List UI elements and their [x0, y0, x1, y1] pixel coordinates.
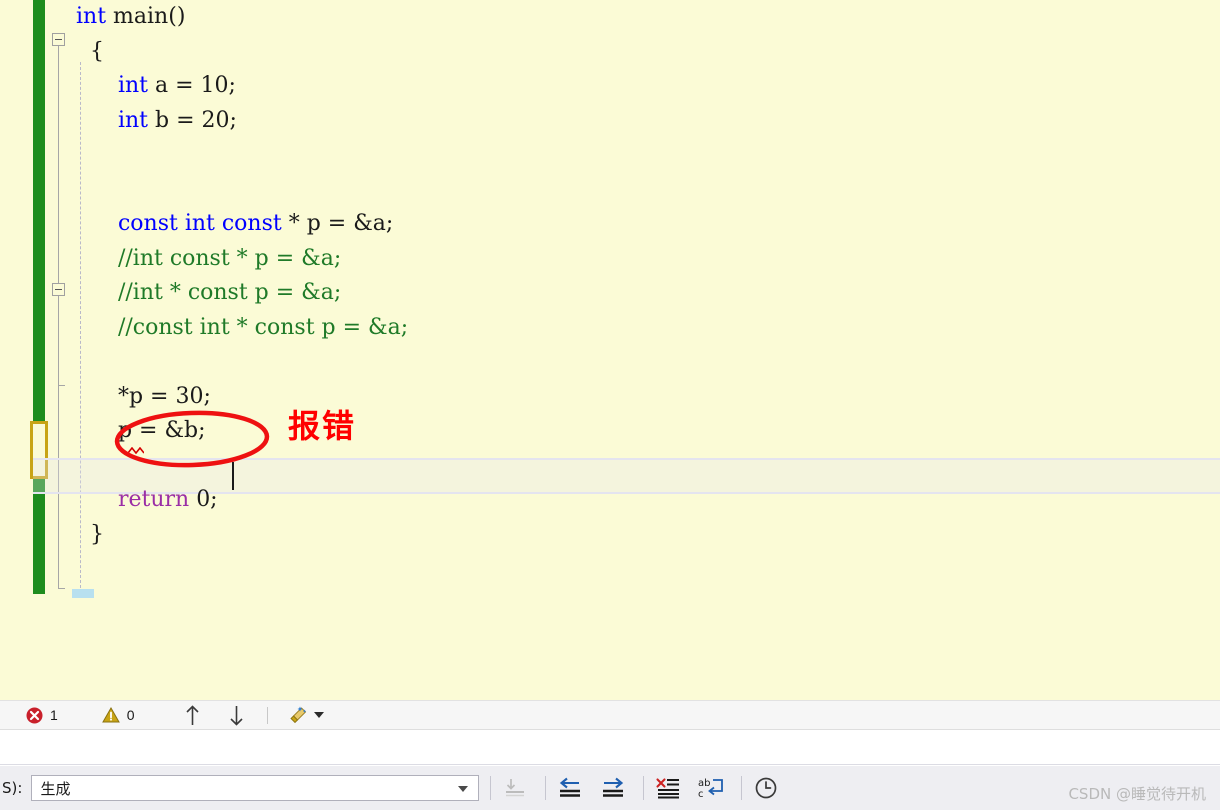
go-to-source-icon: [506, 779, 525, 797]
code-line[interactable]: //int * const p = &a;: [76, 276, 1220, 311]
go-to-source-button[interactable]: [496, 773, 534, 803]
output-source-select[interactable]: 生成: [31, 775, 480, 801]
text-caret: [232, 462, 234, 490]
code-token: //int const * p = &a;: [76, 245, 342, 271]
next-message-icon: [603, 777, 624, 797]
code-token: * p = &a;: [288, 211, 394, 236]
clock-icon: [756, 777, 777, 799]
output-source-label: S):: [2, 779, 23, 797]
arrow-up-icon: [186, 704, 199, 725]
chevron-down-icon[interactable]: [458, 786, 469, 792]
next-error-button[interactable]: [223, 703, 251, 727]
code-token: //int * const p = &a;: [76, 280, 342, 305]
svg-text:c: c: [698, 789, 704, 799]
warning-count: 0: [126, 707, 135, 723]
code-token: int: [76, 107, 155, 133]
error-count: 1: [50, 707, 58, 723]
code-line[interactable]: p = &b;: [76, 414, 1220, 449]
outline-foot-main: [58, 588, 65, 589]
annotation-label: 报错: [288, 407, 357, 445]
code-line[interactable]: int main(): [76, 0, 1220, 35]
toolbar-divider: [490, 776, 492, 800]
warning-count-group[interactable]: 0: [101, 707, 135, 723]
code-line[interactable]: {: [76, 35, 1220, 70]
clear-all-icon: [656, 778, 680, 799]
output-source-value: 生成: [40, 779, 71, 798]
collapse-outline-block-icon[interactable]: [52, 283, 65, 296]
arrow-down-icon: [230, 705, 243, 726]
code-token: 0;: [196, 487, 218, 512]
code-token: b = 20;: [155, 107, 237, 133]
toggle-word-wrap-button[interactable]: ab c: [692, 773, 730, 803]
code-token: }: [76, 521, 104, 547]
code-line[interactable]: //int const * p = &a;: [76, 242, 1220, 277]
previous-error-button[interactable]: [179, 703, 207, 727]
csdn-watermark: CSDN @睡觉待开机: [1068, 785, 1206, 803]
track-changes-saved-bar: [33, 0, 45, 594]
show-timestamps-button[interactable]: [747, 773, 785, 803]
collapse-outline-main-icon[interactable]: [52, 33, 65, 46]
code-line[interactable]: [76, 449, 1220, 484]
toggle-word-wrap-icon: ab c: [698, 778, 724, 799]
error-circle-x-icon: [26, 707, 43, 723]
outline-foot-block: [58, 385, 65, 386]
error-list-status-strip: 1 0: [0, 700, 1220, 730]
code-line[interactable]: [76, 138, 1220, 173]
error-count-group[interactable]: 1: [26, 707, 58, 724]
code-line[interactable]: //const int * const p = &a;: [76, 311, 1220, 346]
code-token: int: [76, 4, 114, 29]
chevron-down-icon[interactable]: [313, 712, 324, 718]
clean-messages-button[interactable]: [288, 705, 324, 725]
next-message-button[interactable]: [594, 773, 632, 803]
toolbar-divider: [741, 776, 743, 800]
code-line[interactable]: int b = 20;: [76, 104, 1220, 139]
code-line[interactable]: }: [76, 518, 1220, 553]
code-token: p = &b;: [76, 418, 206, 443]
word-highlight-chip: [72, 589, 94, 598]
code-line[interactable]: return 0;: [76, 483, 1220, 518]
code-token: int: [76, 73, 155, 98]
broom-icon: [289, 706, 306, 724]
code-token: //const int * const p = &a;: [76, 314, 409, 340]
warning-triangle-icon: [101, 707, 120, 723]
toolbar-divider: [266, 706, 268, 724]
outline-line-main: [58, 46, 59, 283]
toolbar-divider: [643, 776, 645, 800]
code-token: {: [76, 38, 104, 64]
clear-all-button[interactable]: [649, 773, 687, 803]
selection-margin[interactable]: [0, 0, 33, 700]
code-line[interactable]: *p = 30;: [76, 380, 1220, 415]
code-token: a = 10;: [155, 73, 236, 98]
code-text[interactable]: int main() { int a = 10; int b = 20; con…: [76, 0, 1220, 700]
output-window-toolbar: S): 生成 ab c: [0, 766, 1220, 810]
code-line[interactable]: [76, 345, 1220, 380]
previous-message-icon: [560, 777, 581, 797]
previous-message-button[interactable]: [551, 773, 589, 803]
code-token: *p = 30;: [76, 383, 211, 409]
svg-text:ab: ab: [698, 778, 710, 789]
panel-gap: [0, 730, 1220, 765]
code-token: return: [76, 487, 197, 512]
code-line[interactable]: int a = 10;: [76, 69, 1220, 104]
code-line[interactable]: [76, 173, 1220, 208]
code-line[interactable]: const int const * p = &a;: [76, 207, 1220, 242]
outline-line-main-lower: [58, 296, 59, 588]
error-squiggle-icon: [128, 447, 144, 454]
toolbar-divider: [545, 776, 547, 800]
code-editor[interactable]: int main() { int a = 10; int b = 20; con…: [0, 0, 1220, 700]
code-token: main(): [113, 4, 186, 29]
visual-studio-window: int main() { int a = 10; int b = 20; con…: [0, 0, 1220, 810]
code-token: const int const: [76, 211, 289, 236]
